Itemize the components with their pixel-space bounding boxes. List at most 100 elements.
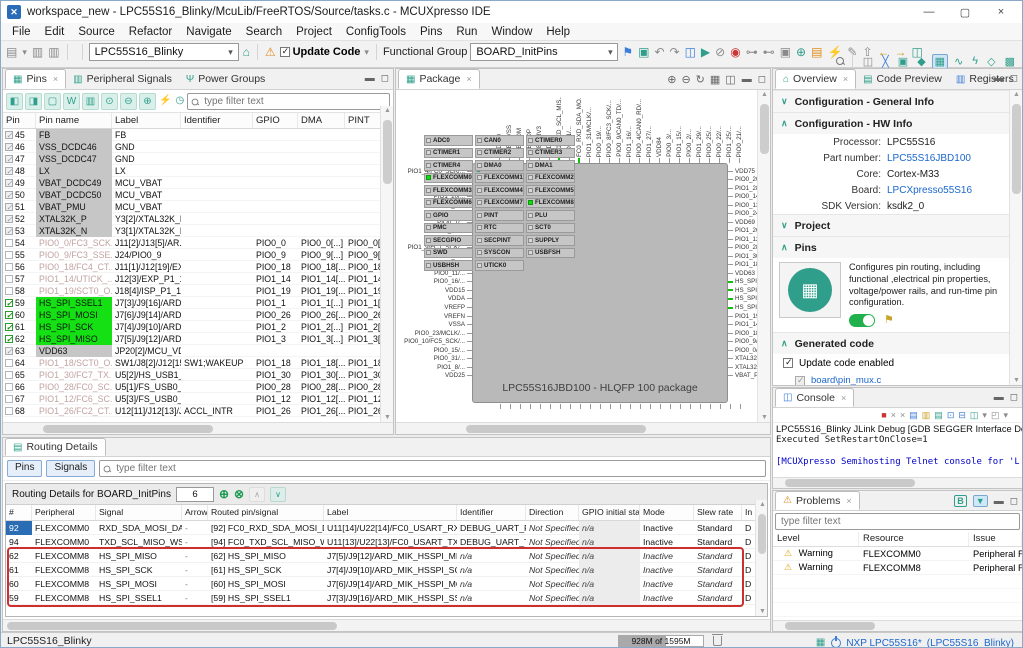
pin-checkbox[interactable] (5, 263, 13, 271)
console-toolbar-icon[interactable]: ◫ (970, 410, 979, 421)
vertical-scrollbar[interactable]: ▲▼ (757, 90, 770, 422)
package-pin-left[interactable]: PIO0_16/... (396, 278, 472, 287)
table-row[interactable]: 60 HS_SPI_MOSI J7[6]/J9[14]/ARD... PIO0_… (3, 309, 393, 321)
peripheral-block[interactable]: PINT (475, 210, 524, 221)
column-header[interactable]: Arrow (182, 505, 208, 520)
horizontal-scrollbar[interactable] (3, 422, 393, 434)
package-pin-right[interactable]: PIO1_19/... (728, 312, 757, 321)
toolbar-icon[interactable]: ⊶ (745, 44, 759, 60)
tab-peripheral-signals[interactable]: ▥ Peripheral Signals (66, 69, 179, 89)
minimize-view-icon[interactable]: ▬ (365, 73, 375, 84)
pin-checkbox[interactable] (5, 227, 13, 235)
pin-checkbox[interactable] (5, 191, 13, 199)
menu-item[interactable]: Source (71, 26, 121, 38)
pins-toggle-button[interactable]: Pins (7, 460, 42, 477)
column-header[interactable]: Identifier (457, 505, 526, 520)
column-header[interactable]: GPIO initial state (579, 505, 640, 520)
console-toolbar-icon[interactable]: ▤ (909, 410, 918, 421)
menu-item[interactable]: File (5, 26, 38, 38)
peripheral-block[interactable]: GPIO (424, 210, 473, 221)
maximize-icon[interactable]: ▢ (950, 6, 980, 19)
pin-checkbox[interactable] (5, 359, 13, 367)
menu-item[interactable]: Window (484, 26, 539, 38)
section-general-info[interactable]: ∨Configuration - General Info (773, 90, 1022, 112)
package-pin-right[interactable]: VDD63 (728, 269, 757, 278)
tab-close-icon[interactable]: × (841, 393, 846, 403)
problem-row[interactable]: ⚠ Warning FLEXCOMM8 Peripheral FLE (773, 561, 1022, 575)
file-checkbox[interactable] (795, 376, 805, 385)
tab-console[interactable]: ◫ Console × (775, 388, 854, 407)
peripheral-block[interactable]: CTIMER2 (475, 148, 524, 159)
pin-checkbox[interactable] (5, 143, 13, 151)
peripheral-block[interactable]: SECGPIO (424, 235, 473, 246)
package-pin-right[interactable]: XTAL32K_P (728, 363, 757, 372)
pins-toolbar-icon[interactable]: ▢ (44, 93, 61, 110)
update-code-enabled-checkbox[interactable] (783, 358, 793, 368)
search-icon[interactable] (835, 56, 845, 66)
close-icon[interactable]: × (986, 6, 1016, 18)
tab-close-icon[interactable]: × (843, 74, 848, 84)
update-code-checkbox[interactable] (280, 47, 290, 57)
new-dropdown-icon[interactable]: ▾ (21, 44, 28, 60)
toolbar-icon[interactable]: ◉ (729, 44, 741, 60)
column-header[interactable]: Slew rate (694, 505, 742, 520)
package-pin-top[interactable]: PIO0_3/... (664, 93, 674, 163)
pin-checkbox[interactable] (5, 275, 13, 283)
column-header[interactable]: Level (773, 532, 859, 546)
toolbar-icon[interactable]: ⚑ (621, 44, 634, 60)
perspective-icon[interactable]: ◆ (914, 54, 928, 69)
console-toolbar-icon[interactable]: × (900, 410, 905, 420)
pin-checkbox[interactable] (5, 407, 13, 415)
package-pin-top[interactable]: PIO1_15/... (674, 93, 684, 163)
perspective-icon[interactable]: ◇ (984, 54, 998, 69)
console-toolbar-icon[interactable]: ▾ (1003, 410, 1008, 421)
move-up-icon[interactable]: ∧ (249, 487, 265, 502)
peripheral-block[interactable]: FLEXCOMM3 (424, 185, 473, 196)
package-pin-top[interactable]: PIO0_25/... (704, 93, 714, 163)
package-pin-right[interactable]: PIO1_26/... (728, 227, 757, 236)
column-header[interactable]: Mode (640, 505, 694, 520)
table-row[interactable]: 47 VSS_DCDC47 GND (3, 153, 393, 165)
toolbar-icon[interactable]: ⊷ (762, 44, 776, 60)
package-toolbar-icon[interactable]: ↻ (696, 73, 705, 86)
peripheral-block[interactable]: CTIMER3 (526, 148, 575, 159)
toolbar-icon[interactable]: ↶ (653, 44, 665, 60)
horizontal-scrollbar[interactable] (773, 477, 1022, 488)
routing-count-field[interactable]: 6 (176, 487, 214, 502)
package-pin-top[interactable]: PIO1_31/MCLK/... (584, 93, 594, 163)
toolbar-icon[interactable]: ▣ (779, 44, 792, 60)
package-toolbar-icon[interactable]: ◫ (725, 73, 735, 86)
power-icon[interactable] (831, 638, 841, 648)
move-down-icon[interactable]: ∨ (270, 487, 286, 502)
menu-item[interactable]: Pins (413, 26, 449, 38)
console-toolbar-icon[interactable]: ■ (881, 410, 886, 420)
table-row[interactable]: 50 VBAT_DCDC50 MCU_VBAT (3, 189, 393, 201)
package-pin-top[interactable]: PIO0_2/... (684, 93, 694, 163)
maximize-view-icon[interactable]: ◻ (1010, 496, 1018, 507)
pin-checkbox[interactable] (5, 203, 13, 211)
package-pin-right[interactable]: XTAL32K_N (728, 354, 757, 363)
perspective-icon[interactable]: ▣ (895, 54, 911, 69)
problem-row[interactable]: ⚠ Warning FLEXCOMM0 Peripheral FLE (773, 547, 1022, 561)
routing-row[interactable]: 60 FLEXCOMM8 HS_SPI_MOSI - [60] HS_SPI_M… (6, 577, 767, 591)
package-pin-right[interactable]: VBAT_PM... (728, 371, 757, 380)
package-pin-top[interactable]: PIO1_16/... (624, 93, 634, 163)
vertical-scrollbar[interactable]: ▲▼ (1009, 90, 1022, 385)
table-row[interactable]: 63 VDD63 JP20[2]/MCU_VDD (3, 345, 393, 357)
package-pin-left[interactable]: VDDA (396, 295, 472, 304)
routing-row[interactable]: 92 FLEXCOMM0 RXD_SDA_MOSI_DATA - [92] FC… (6, 521, 767, 535)
peripheral-block[interactable]: PMC (424, 223, 473, 234)
routing-row[interactable]: 59 FLEXCOMM8 HS_SPI_SSEL1 - [59] HS_SPI_… (6, 591, 767, 605)
peripheral-block[interactable]: CTIMER1 (424, 148, 473, 159)
package-pin-right[interactable]: HS_SPI_M... (728, 295, 757, 304)
maximize-view-icon[interactable]: ◻ (758, 74, 766, 85)
table-row[interactable]: 58 PIO1_19/SCT0_O... J18[4]/ISP_P1_19 PI… (3, 285, 393, 297)
toolbar-icon[interactable]: ⊘ (714, 44, 726, 60)
device-link[interactable]: NXP LPC55S16* (846, 638, 921, 648)
routing-row[interactable]: 62 FLEXCOMM8 HS_SPI_MISO - [62] HS_SPI_M… (6, 549, 767, 563)
column-header[interactable]: Routed pin/signal (208, 505, 324, 520)
package-pin-left[interactable]: VDD25 (396, 371, 472, 380)
package-pin-top[interactable]: PIO0_21/... (734, 93, 744, 163)
package-pin-top[interactable]: VDD84 (654, 93, 664, 163)
peripheral-block[interactable]: ADC0 (424, 135, 473, 146)
